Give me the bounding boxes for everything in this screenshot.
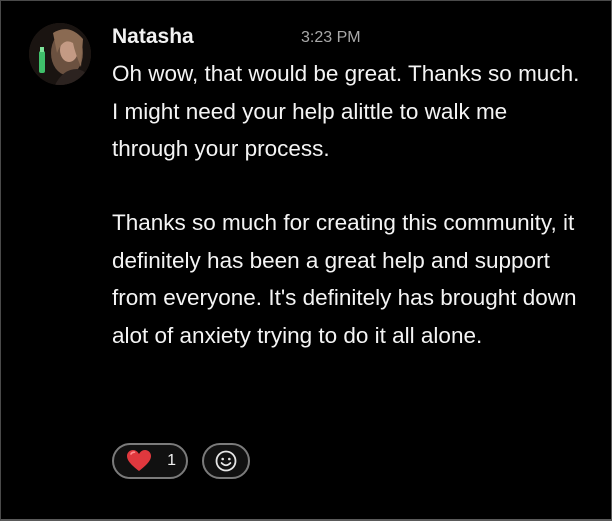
add-reaction-button[interactable]	[202, 443, 250, 479]
avatar-photo-icon	[29, 23, 91, 85]
chat-window: Natasha 3:23 PM Oh wow, that would be gr…	[0, 0, 612, 521]
heart-icon	[127, 450, 151, 471]
chat-message: Natasha 3:23 PM Oh wow, that would be gr…	[1, 1, 611, 519]
message-paragraph: Thanks so much for creating this communi…	[112, 210, 577, 348]
message-timestamp[interactable]: 3:23 PM	[301, 26, 361, 50]
heart-reaction-button[interactable]: 1	[112, 443, 188, 479]
smiley-add-reaction-icon	[215, 450, 237, 472]
reaction-bar: 1	[112, 443, 250, 479]
message-paragraph: Oh wow, that would be great. Thanks so m…	[112, 61, 580, 161]
avatar[interactable]	[29, 23, 91, 85]
author-name[interactable]: Natasha	[112, 23, 194, 51]
reaction-count: 1	[167, 452, 176, 469]
